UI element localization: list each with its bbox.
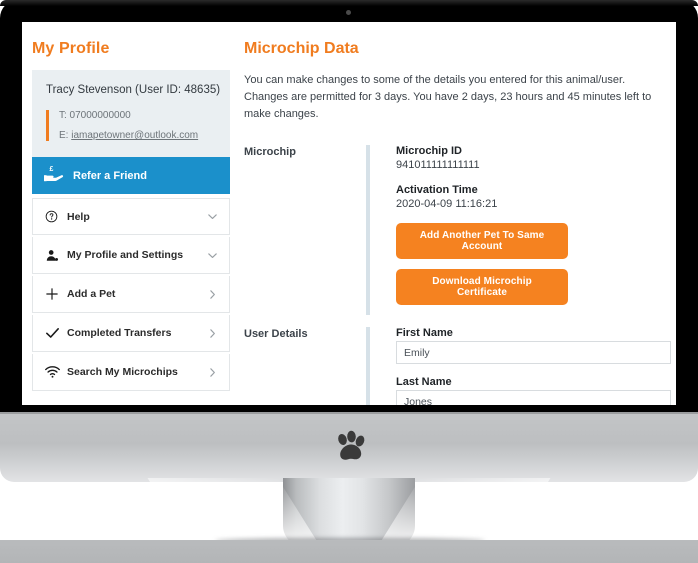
sidebar-item-label: My Profile and Settings: [67, 249, 184, 261]
profile-email-link[interactable]: iamapetowner@outlook.com: [71, 130, 198, 141]
user-details-section-label: User Details: [244, 328, 308, 341]
chin-edge: [0, 412, 698, 414]
user-icon: [45, 249, 63, 262]
hand-holding-pound-icon: £: [44, 164, 64, 188]
sidebar-item-label: Completed Transfers: [67, 327, 172, 339]
profile-name: Tracy Stevenson (User ID: 48635): [46, 84, 221, 96]
activation-time-label: Activation Time: [396, 184, 478, 197]
last-name-input[interactable]: [396, 390, 671, 405]
svg-text:£: £: [50, 166, 54, 173]
sidebar: My Profile Tracy Stevenson (User ID: 486…: [22, 22, 234, 405]
chevron-down-icon: [207, 250, 218, 261]
microchip-id-value: 941011111111111: [396, 159, 480, 172]
sidebar-menu: Help My Profile and Settings Add a Pet C…: [32, 198, 230, 391]
monitor-screen: My Profile Tracy Stevenson (User ID: 486…: [22, 22, 676, 405]
sidebar-item-label: Search My Microchips: [67, 366, 178, 378]
download-certificate-button[interactable]: Download Microchip Certificate: [396, 269, 568, 306]
email-prefix: E:: [59, 130, 72, 141]
sidebar-item-label: Add a Pet: [67, 288, 116, 300]
add-another-pet-button[interactable]: Add Another Pet To Same Account: [396, 223, 568, 260]
activation-time-value: 2020-04-09 11:16:21: [396, 198, 498, 211]
refer-a-friend-banner[interactable]: £ Refer a Friend: [32, 157, 230, 194]
web-page: My Profile Tracy Stevenson (User ID: 486…: [22, 22, 676, 405]
check-icon: [45, 326, 63, 340]
chevron-right-icon: [207, 367, 218, 378]
user-details-section: User Details First Name Last Name: [244, 327, 671, 405]
section-divider: [366, 327, 370, 405]
last-name-label: Last Name: [396, 376, 452, 389]
desk-surface: [0, 540, 698, 563]
contact-block: T: 07000000000 E: iamapetowner@outlook.c…: [46, 110, 216, 141]
paw-print-logo: [330, 428, 370, 468]
question-circle-icon: [45, 210, 63, 223]
section-divider: [366, 145, 370, 316]
sidebar-item-my-profile-and-settings[interactable]: My Profile and Settings: [32, 237, 230, 274]
chevron-down-icon: [207, 211, 218, 222]
sidebar-item-add-a-pet[interactable]: Add a Pet: [32, 276, 230, 313]
plus-icon: [45, 287, 63, 301]
page-title: Microchip Data: [244, 40, 359, 57]
signal-icon: [45, 366, 63, 378]
profile-phone: T: 07000000000: [59, 110, 131, 121]
monitor-stand: [0, 478, 698, 563]
profile-card: Tracy Stevenson (User ID: 48635) T: 0700…: [32, 70, 230, 157]
microchip-section-label: Microchip: [244, 146, 296, 159]
sidebar-title: My Profile: [32, 40, 110, 57]
intro-text: You can make changes to some of the deta…: [244, 74, 652, 121]
profile-email-line: E: iamapetowner@outlook.com: [59, 130, 216, 141]
first-name-input[interactable]: [396, 341, 671, 365]
user-details-section-body: First Name Last Name: [396, 327, 671, 405]
chevron-right-icon: [207, 289, 218, 300]
sidebar-item-completed-transfers[interactable]: Completed Transfers: [32, 315, 230, 352]
first-name-group: First Name: [396, 327, 671, 365]
microchip-id-label: Microchip ID: [396, 145, 463, 158]
main-content: Microchip Data You can make changes to s…: [234, 22, 676, 405]
refer-a-friend-label: Refer a Friend: [73, 169, 147, 182]
microchip-section-body: Microchip ID 941011111111111 Activation …: [396, 145, 671, 315]
chevron-right-icon: [207, 328, 218, 339]
sidebar-item-label: Help: [67, 210, 90, 223]
bezel-sheen: [0, 0, 698, 6]
sidebar-item-search-my-microchips[interactable]: Search My Microchips: [32, 354, 230, 391]
microchip-section: Microchip Microchip ID 941011111111111 A…: [244, 145, 671, 316]
last-name-group: Last Name: [396, 376, 671, 405]
first-name-label: First Name: [396, 327, 453, 340]
sidebar-item-help[interactable]: Help: [32, 198, 230, 235]
imac-device-frame: My Profile Tracy Stevenson (User ID: 486…: [0, 0, 698, 563]
camera-dot-icon: [346, 10, 351, 15]
